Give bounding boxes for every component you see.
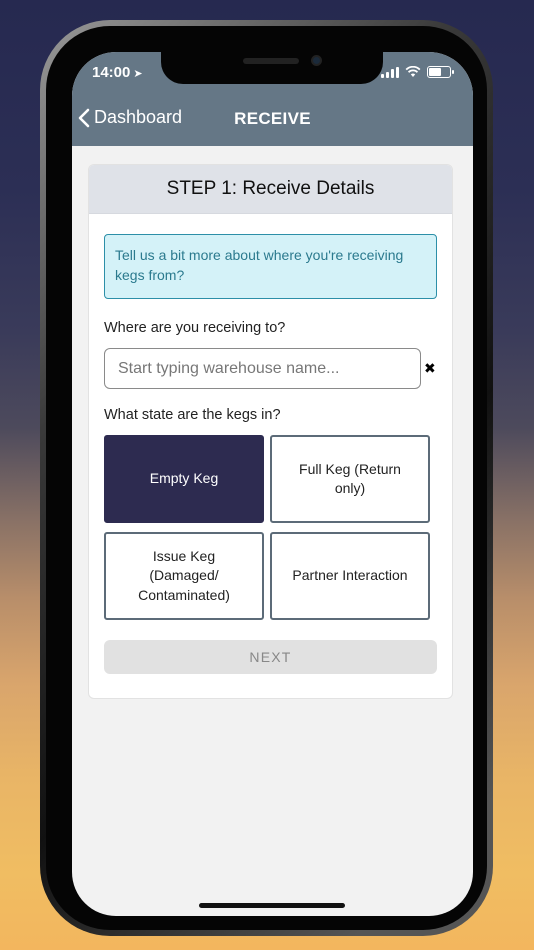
phone-bezel: 14:00 ➤ Dashboard RECEIVE STEP 1: Receiv… bbox=[46, 26, 487, 930]
clear-icon[interactable]: ✖ bbox=[424, 360, 436, 377]
option-issue-keg[interactable]: Issue Keg (Damaged/ Contaminated) bbox=[104, 532, 264, 620]
info-message: Tell us a bit more about where you're re… bbox=[104, 234, 437, 299]
status-icons bbox=[381, 66, 454, 78]
state-label: What state are the kegs in? bbox=[104, 407, 281, 423]
receiving-label: Where are you receiving to? bbox=[104, 320, 286, 336]
speaker bbox=[243, 58, 299, 64]
signal-icon bbox=[381, 66, 399, 78]
next-button[interactable]: NEXT bbox=[104, 640, 437, 674]
camera bbox=[311, 55, 322, 66]
option-empty-keg[interactable]: Empty Keg bbox=[104, 435, 264, 523]
receive-details-card: STEP 1: Receive Details Tell us a bit mo… bbox=[88, 164, 453, 699]
notch bbox=[161, 52, 383, 84]
option-full-keg[interactable]: Full Keg (Return only) bbox=[270, 435, 430, 523]
battery-icon bbox=[427, 66, 454, 78]
app-screen: 14:00 ➤ Dashboard RECEIVE STEP 1: Receiv… bbox=[72, 52, 473, 916]
status-time: 14:00 ➤ bbox=[92, 64, 143, 81]
warehouse-input[interactable] bbox=[104, 348, 421, 389]
location-arrow-icon: ➤ bbox=[133, 68, 143, 80]
phone-frame: 14:00 ➤ Dashboard RECEIVE STEP 1: Receiv… bbox=[40, 20, 493, 936]
home-indicator[interactable] bbox=[199, 903, 345, 908]
option-partner-interaction[interactable]: Partner Interaction bbox=[270, 532, 430, 620]
step-title: STEP 1: Receive Details bbox=[89, 165, 452, 214]
page-title: RECEIVE bbox=[234, 109, 311, 128]
wifi-icon bbox=[405, 66, 421, 77]
